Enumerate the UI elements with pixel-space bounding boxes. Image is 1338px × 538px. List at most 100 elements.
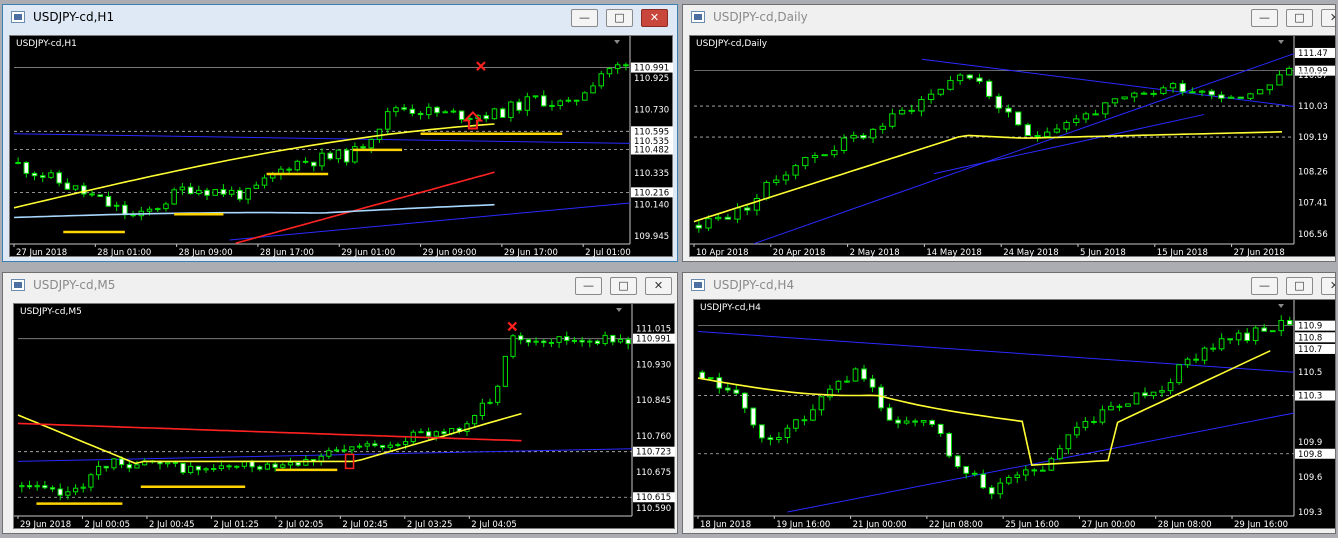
time-tick-label: 2 Jul 04:05 [471, 520, 517, 530]
chart-window-daily[interactable]: USDJPY-cd,Daily — □ ✕ 111.47110.99110.87… [682, 4, 1336, 262]
time-tick-label: 21 Jun 00:00 [853, 520, 907, 530]
candle-body [72, 487, 79, 493]
price-chart[interactable]: 111.015 110.991 110.930 110.845 110.760 110.7… [13, 303, 675, 530]
moving-average-line [13, 123, 495, 209]
candle-body [610, 334, 616, 343]
chart-shift-marker [1278, 40, 1284, 44]
candle-body [773, 179, 780, 183]
chart-window-icon [691, 279, 705, 291]
candle-body [995, 95, 1003, 109]
candle-body [368, 138, 375, 149]
time-tick-label: 27 Jun 2018 [16, 248, 67, 258]
candle-body [311, 161, 317, 167]
candle-body [565, 99, 572, 102]
maximize-button[interactable]: □ [606, 9, 633, 27]
candle-body [119, 458, 125, 466]
titlebar[interactable]: USDJPY-cd,H1 — □ ✕ [3, 5, 677, 31]
close-button[interactable]: ✕ [1321, 277, 1335, 295]
moving-average-line [235, 171, 495, 244]
time-tick-label: 28 Jun 09:00 [179, 248, 233, 258]
candle-body [442, 111, 448, 114]
candle-body [579, 339, 585, 343]
price-chart[interactable]: 111.47 110.99 110.87 110.03 109.19 108.26 107.… [689, 35, 1335, 258]
time-tick-label: 2 Jul 01:00 [585, 248, 631, 258]
time-tick-label: 28 Jun 08:00 [1158, 520, 1212, 530]
candle-body [1099, 409, 1106, 423]
candle-body [516, 101, 522, 111]
candle-body [801, 419, 808, 422]
candle-body [234, 465, 240, 468]
candle-body [163, 203, 169, 210]
candle-body [1092, 113, 1099, 116]
candle-body [912, 420, 918, 423]
price-tick-label: 106.56 [1298, 230, 1328, 240]
time-tick-label: 29 Jun 16:00 [1234, 520, 1288, 530]
price-tick-label: 109.8 [1298, 450, 1322, 460]
chart-window-m5[interactable]: USDJPY-cd,M5 — □ ✕ 111.015 110.991 110.930… [2, 272, 678, 534]
candle-body [56, 172, 62, 184]
candle-body [42, 485, 48, 489]
candle-body [602, 334, 608, 345]
window-title: USDJPY-cd,Daily [713, 10, 808, 24]
candle-body [1091, 420, 1097, 423]
candle-body [1159, 390, 1165, 393]
titlebar[interactable]: USDJPY-cd,H4 — □ ✕ [683, 273, 1335, 299]
close-signal-icon [507, 321, 518, 332]
candle-body [573, 99, 580, 102]
chart-window-h4[interactable]: USDJPY-cd,H4 — □ ✕ 110.9110.8110.7110.51… [682, 272, 1336, 534]
time-tick-label: 27 Jun 00:00 [1081, 520, 1135, 530]
price-tick-label: 110.8 [1298, 333, 1322, 343]
candle-body [409, 108, 416, 114]
candle-body [852, 368, 859, 382]
candle-body [508, 101, 514, 118]
minimize-button[interactable]: — [571, 9, 598, 27]
candle-body [326, 450, 332, 457]
candle-body [954, 455, 961, 468]
maximize-button[interactable]: □ [610, 277, 637, 295]
maximize-button[interactable]: □ [1286, 277, 1313, 295]
candle-body [699, 371, 706, 380]
candle-body [937, 88, 944, 95]
candle-body [818, 396, 825, 411]
candle-body [31, 172, 38, 177]
minimize-button[interactable]: — [1251, 277, 1278, 295]
price-tick-label: 111.47 [1298, 49, 1328, 59]
close-button[interactable]: ✕ [645, 277, 672, 295]
candle-body [319, 152, 325, 167]
titlebar[interactable]: USDJPY-cd,Daily — □ ✕ [683, 5, 1335, 31]
titlebar[interactable]: USDJPY-cd,M5 — □ ✕ [3, 273, 677, 299]
time-tick-label: 2 Jul 02:45 [342, 520, 388, 530]
close-button[interactable]: ✕ [1321, 9, 1335, 27]
price-tick-label: 107.41 [1298, 199, 1328, 209]
candle-body [97, 194, 103, 197]
close-button[interactable]: ✕ [641, 9, 668, 27]
candle-body [196, 189, 202, 195]
candle-body [716, 377, 723, 389]
price-chart[interactable]: 110.9 110.8 110.7 110.5 110.3 109.9 109.8 109.6… [693, 299, 1335, 530]
price-tick-label: 110.925 [634, 74, 669, 84]
candle-body [980, 473, 987, 489]
time-tick-label: 19 Jun 16:00 [776, 520, 830, 530]
time-tick-label: 5 Jun 2018 [1080, 248, 1126, 258]
candle-body [327, 152, 333, 160]
minimize-button[interactable]: — [575, 277, 602, 295]
chart-window-h1[interactable]: USDJPY-cd,H1 — □ ✕ 110.991 110.925 110.730… [2, 4, 678, 262]
time-tick-label: 28 Jun 17:00 [260, 248, 314, 258]
minimize-button[interactable]: — [1251, 9, 1278, 27]
candle-body [811, 154, 819, 159]
candle-body [947, 80, 954, 90]
price-chart[interactable]: 110.991 110.925 110.730 110.595 110.535 110.4… [9, 35, 673, 258]
candle-body [741, 392, 748, 409]
candle-body [111, 458, 117, 469]
candle-body [467, 117, 473, 121]
price-tick-label: 110.845 [636, 396, 671, 406]
candle-body [879, 125, 886, 130]
candle-body [495, 385, 501, 403]
candle-body [487, 401, 493, 404]
maximize-button[interactable]: □ [1286, 9, 1313, 27]
candle-body [784, 427, 791, 439]
candle-body [211, 467, 217, 470]
candle-body [1111, 98, 1119, 104]
time-tick-label: 14 May 2018 [926, 248, 981, 258]
chart-symbol-label: USDJPY-cd,Daily [696, 39, 768, 49]
